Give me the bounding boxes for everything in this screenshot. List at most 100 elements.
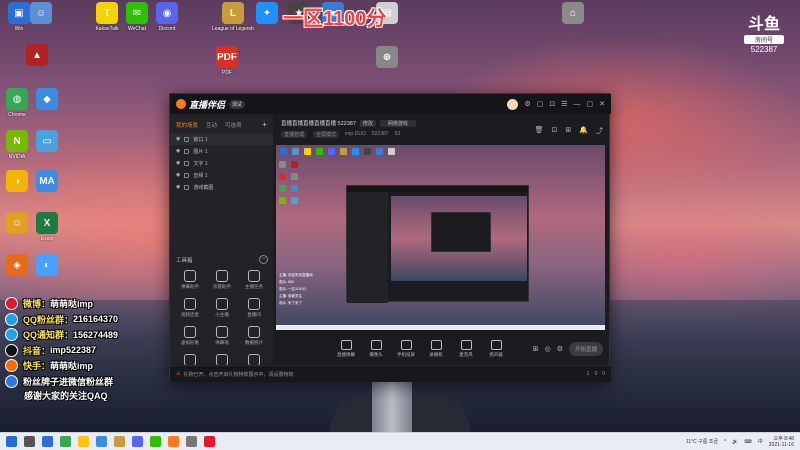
app-icon: ✦ — [256, 2, 278, 24]
desktop-icon[interactable]: MA — [26, 170, 68, 194]
taskbar-app-icon[interactable] — [96, 436, 107, 447]
desktop-icon[interactable]: ▭ — [26, 130, 68, 154]
visibility-icon[interactable]: ◉ — [176, 172, 180, 178]
toolbar-button[interactable]: 录播机 — [425, 340, 447, 358]
desktop-icon[interactable]: ▲ — [16, 44, 58, 68]
layout-icon[interactable]: ⊞ — [565, 126, 571, 136]
desktop-icon[interactable]: ⊕ — [366, 46, 408, 70]
scene-item[interactable]: ◉ 窗口 1 — [170, 133, 273, 145]
menu-icon[interactable]: ☰ — [561, 100, 567, 108]
visibility-icon[interactable]: ◉ — [176, 160, 180, 166]
taskbar-app-icon[interactable] — [132, 436, 143, 447]
settings-icon[interactable]: ⚙ — [557, 345, 563, 353]
status-message[interactable]: 礼物已开，点击开启礼物特效展示中，请设置特效 — [183, 371, 293, 378]
toolbox-item[interactable]: 弹幕墙 — [206, 326, 238, 346]
taskbar-app-icon[interactable] — [24, 436, 35, 447]
lock-icon[interactable] — [184, 184, 190, 190]
scene-item[interactable]: ◉ 音频 1 — [170, 169, 273, 181]
fullscreen-icon[interactable]: ▢ — [537, 100, 544, 108]
stream-preview[interactable]: 主播: 欢迎来到直播间 观众: 666 观众: 一区1100分 主播: 谢谢关注 观众:… — [276, 145, 605, 330]
toolbox-collapse-button[interactable]: − — [259, 255, 268, 264]
desktop-icon[interactable]: PDF PDF — [206, 46, 248, 76]
desktop-icon[interactable]: ◐ — [26, 254, 68, 278]
toolbar-button[interactable]: 摄像头 — [365, 340, 387, 358]
fullscreen-mode[interactable]: 全屏模式 — [313, 131, 340, 138]
desktop-icon[interactable]: ⌂ — [552, 2, 594, 26]
toolbox-item[interactable]: 弹幕助手 — [174, 270, 206, 290]
tab-interaction[interactable]: 互动 — [206, 121, 217, 129]
taskbar-app-icon[interactable] — [42, 436, 53, 447]
desktop-icon[interactable]: X Excel — [26, 212, 68, 242]
add-scene-button[interactable]: + — [262, 120, 267, 129]
tab-options[interactable]: 可选项 — [225, 121, 242, 129]
trash-icon[interactable]: 🗑 — [535, 126, 544, 136]
visibility-icon[interactable]: ◉ — [176, 136, 180, 142]
scene-item[interactable]: ◉ 游戏截图 — [170, 181, 273, 193]
toolbox-item[interactable]: 虚拟形象 — [174, 326, 206, 346]
taskbar-app-icon[interactable] — [150, 436, 161, 447]
maximize-button[interactable]: ▢ — [587, 100, 594, 108]
clock[interactable]: 오후 8:48 2021-11-16 — [769, 436, 794, 448]
taskbar-app-icon[interactable] — [60, 436, 71, 447]
weather-widget[interactable]: 11°C 구름 조금 — [686, 438, 718, 445]
taskbar-app-icon[interactable] — [114, 436, 125, 447]
scene-label: 文字 1 — [193, 160, 208, 167]
keyboard-icon[interactable]: ⌨ — [745, 439, 752, 445]
toolbar-button[interactable]: 手机投屏 — [395, 340, 417, 358]
toolbar-button[interactable]: 直播弹幕 — [335, 340, 357, 358]
lock-icon[interactable] — [184, 136, 190, 142]
app-icon: ☺ — [30, 2, 52, 24]
toolbox-item[interactable]: 视频连麦 — [174, 298, 206, 318]
category-select[interactable]: 网络游戏 — [379, 119, 416, 127]
toolbox-item[interactable]: 直播间 — [238, 298, 270, 318]
visibility-icon[interactable]: ◉ — [176, 148, 180, 154]
minimize-button[interactable]: — — [574, 101, 581, 108]
scene-item[interactable]: ◉ 图片 1 — [170, 145, 273, 157]
tab-my-scenes[interactable]: 我的场景 — [176, 121, 198, 129]
tray-expand-icon[interactable]: ^ — [724, 439, 726, 445]
nested-preview-window — [346, 185, 529, 303]
edit-title-button[interactable]: 修改 — [359, 119, 376, 127]
share-icon[interactable]: ⤴ — [596, 126, 603, 136]
close-button[interactable]: ✕ — [599, 100, 605, 108]
app-icon: MA — [36, 170, 58, 192]
desktop-icon[interactable]: ◆ — [26, 88, 68, 112]
taskbar-app-icon[interactable] — [6, 436, 17, 447]
taskbar-app-icon[interactable] — [186, 436, 197, 447]
avatar[interactable] — [507, 98, 519, 110]
toolbar-buttons: 直播弹幕 摄像头 手机投屏 录播机 麦克风 扬声器 — [335, 340, 507, 358]
social-key: QQ通知群： — [23, 330, 74, 341]
volume-icon[interactable]: 🔊 — [732, 439, 738, 445]
app-logo-text: 直播伴侣 — [189, 99, 226, 110]
settings-icon[interactable]: ⚙ — [524, 100, 530, 108]
toolbox-item[interactable]: 数据统计 — [238, 326, 270, 346]
lock-icon[interactable] — [184, 172, 190, 178]
stream-manage[interactable]: 直播管理 — [281, 131, 308, 138]
ime-indicator[interactable]: 中 — [758, 438, 763, 445]
desktop-icon[interactable]: ◉ Discord — [146, 2, 188, 32]
lock-icon[interactable] — [184, 148, 190, 154]
desktop-icon[interactable]: ☺ — [20, 2, 62, 26]
toolbox-grid: 弹幕助手 房管助手 主播任务视频连麦 小主播 直播间虚拟形象 弹幕墙 数据统计 — [174, 270, 270, 368]
toolbox-item[interactable]: 房管助手 — [206, 270, 238, 290]
live-companion-window: 直播伴侣 测试 ⚙ ▢ ⊡ ☰ — ▢ ✕ 我的场景 互动 可选项 + ◉ 窗口 … — [169, 93, 611, 382]
toolbox-item[interactable]: 小主播 — [206, 298, 238, 318]
scene-item[interactable]: ◉ 文字 1 — [170, 157, 273, 169]
status-stat: 0 — [602, 371, 605, 377]
toolbox-item[interactable]: 主播任务 — [238, 270, 270, 290]
app-icon: ☺ — [6, 212, 28, 234]
taskbar-app-icon[interactable] — [168, 436, 179, 447]
taskbar-app-icon[interactable] — [204, 436, 215, 447]
taskbar-app-icon[interactable] — [78, 436, 89, 447]
start-live-button[interactable]: 开始直播 — [568, 342, 603, 356]
version-badge[interactable]: 测试 — [229, 99, 246, 109]
lock-icon[interactable] — [184, 160, 190, 166]
layout-toggle-icon[interactable]: ⊞ — [533, 345, 539, 353]
toolbar-button[interactable]: 扬声器 — [485, 340, 507, 358]
bell-icon[interactable]: 🔔 — [579, 126, 588, 136]
lock-icon[interactable]: ⊡ — [552, 126, 558, 136]
record-icon[interactable]: ◎ — [545, 345, 551, 353]
screen-icon[interactable]: ⊡ — [549, 100, 555, 108]
visibility-icon[interactable]: ◉ — [176, 184, 180, 190]
toolbar-button[interactable]: 麦克风 — [455, 340, 477, 358]
